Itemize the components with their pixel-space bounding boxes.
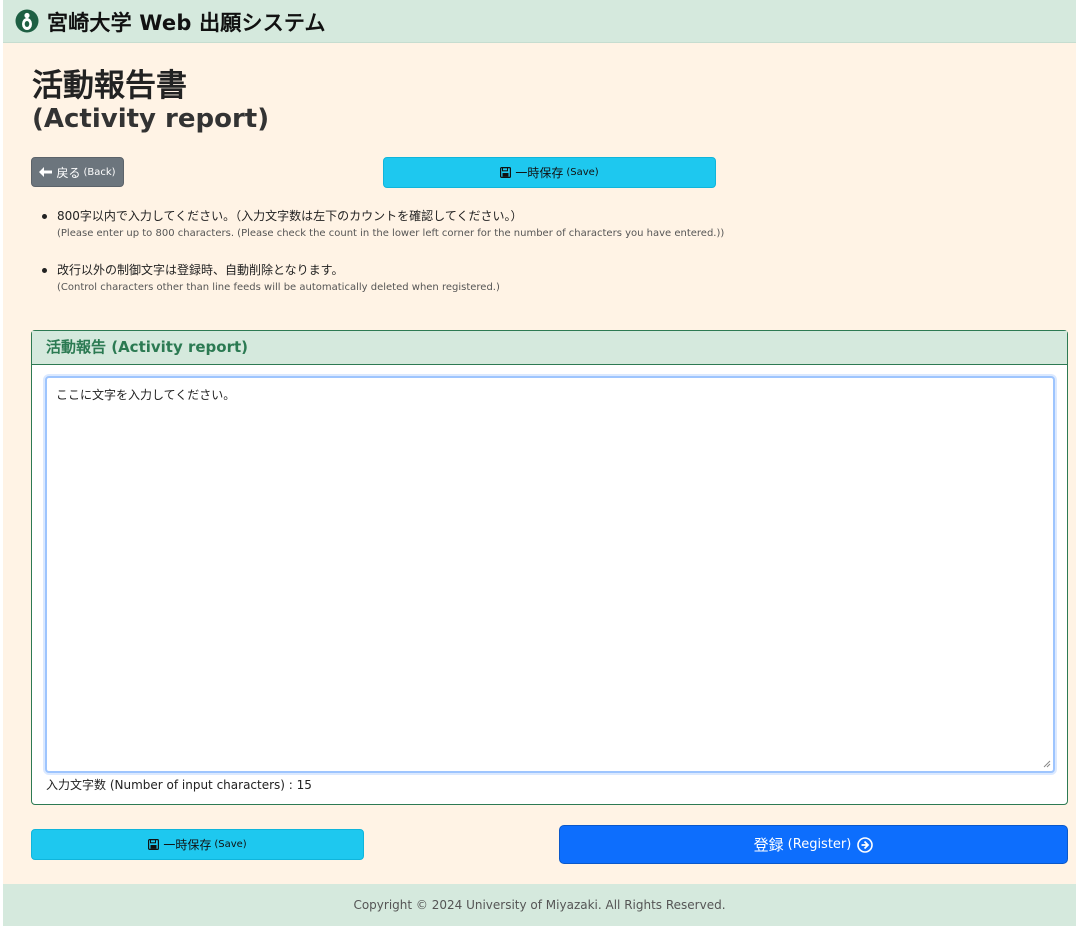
copyright-text: Copyright © 2024 University of Miyazaki.… [353,898,726,912]
instruction-list: 800字以内で入力してください。（入力文字数は左下のカウントを確認してください。… [40,208,1040,316]
back-button[interactable]: 戻る (Back) [31,157,124,187]
save-button-label-en: (Save) [566,167,599,178]
back-button-label-en: (Back) [83,166,116,178]
instruction-item: 800字以内で入力してください。（入力文字数は左下のカウントを確認してください。… [40,208,1040,242]
activity-report-card: 活動報告 (Activity report) ここに文字を入力してください。 入… [31,330,1068,805]
activity-report-textarea[interactable]: ここに文字を入力してください。 [45,376,1055,773]
character-count: 入力文字数 (Number of input characters) : 15 [46,778,312,792]
site-header: 宮崎大学 Web 出願システム [3,0,1076,43]
university-logo-icon [15,9,39,33]
page-frame: 宮崎大学 Web 出願システム 活動報告書 (Activity report) … [3,0,1076,926]
resize-handle-icon[interactable] [1043,760,1051,768]
site-title: 宮崎大学 Web 出願システム [47,11,326,35]
save-button-top[interactable]: 一時保存 (Save) [383,157,716,188]
page-title: 活動報告書 [32,68,187,104]
instruction-item: 改行以外の制御文字は登録時、自動削除となります。 (Control charac… [40,262,1040,296]
register-button-label-en: (Register) [787,837,852,852]
activity-report-card-title: 活動報告 (Activity report) [32,331,1067,365]
register-button-label: 登録 [753,836,784,854]
register-button[interactable]: 登録 (Register) [559,825,1068,864]
back-button-label: 戻る [56,165,81,180]
instruction-text-jp: 改行以外の制御文字は登録時、自動削除となります。 [57,263,344,277]
arrow-right-circle-icon [857,836,874,853]
site-footer: Copyright © 2024 University of Miyazaki.… [3,884,1076,926]
save-button-label: 一時保存 [515,166,564,180]
save-button-label-en: (Save) [214,839,247,850]
instruction-text-jp: 800字以内で入力してください。（入力文字数は左下のカウントを確認してください。… [57,209,523,223]
save-button-bottom[interactable]: 一時保存 (Save) [31,829,364,860]
arrow-left-icon [39,167,53,177]
floppy-disk-icon [500,167,512,178]
instruction-text-en: (Control characters other than line feed… [57,282,500,293]
save-button-label: 一時保存 [163,838,212,852]
page-title-en: (Activity report) [32,104,270,134]
floppy-disk-icon [148,839,160,850]
instruction-text-en: (Please enter up to 800 characters. (Ple… [57,228,725,239]
